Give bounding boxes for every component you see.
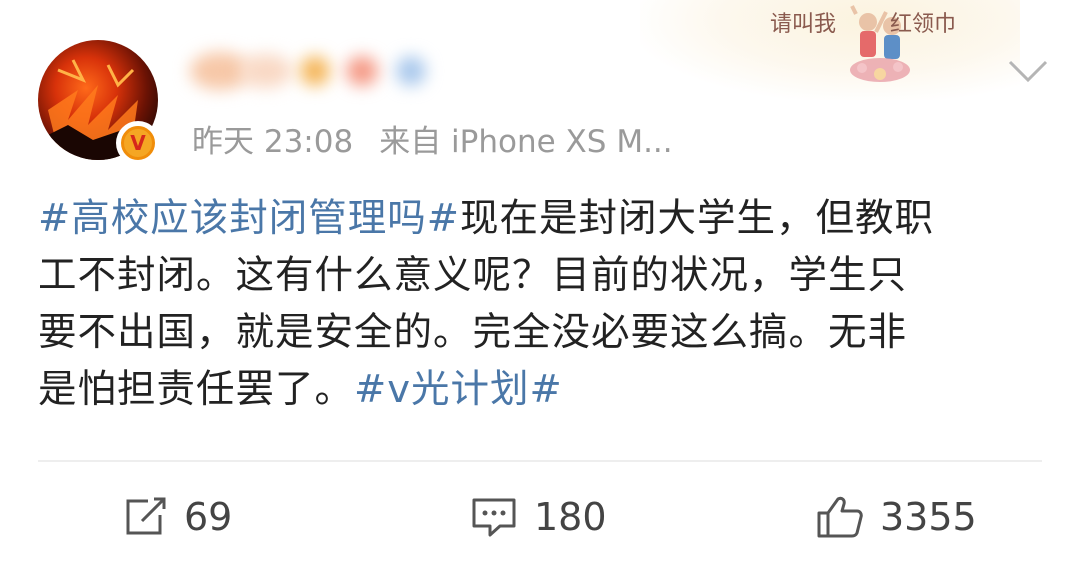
post-text: 工不封闭。这有什么意义呢？目前的状况，学生只 — [38, 253, 908, 298]
decorative-banner: 请叫我 红领巾 — [640, 0, 1020, 100]
username-blurred[interactable] — [190, 48, 450, 94]
repost-icon — [126, 497, 166, 535]
post-time: 昨天 23:08 — [192, 124, 354, 160]
comment-icon — [472, 498, 516, 537]
post-text: 是怕担责任罢了。 — [38, 367, 355, 412]
verified-v-badge-icon: V — [116, 121, 160, 165]
post-source: 来自 iPhone XS M... — [379, 124, 673, 160]
weibo-post-card: 请叫我 红领巾 V 昨天 23:08 来自 iPhone XS M... #高校… — [0, 0, 1071, 567]
hashtag-link[interactable]: #v光计划# — [354, 367, 563, 412]
hashtag-link[interactable]: #高校应该封闭管理吗# — [38, 196, 460, 241]
comment-button[interactable]: 180 — [470, 490, 607, 544]
repost-button[interactable]: 69 — [122, 490, 232, 544]
banner-text-left: 请叫我 — [770, 12, 837, 37]
like-count: 3355 — [880, 495, 977, 539]
repost-count: 69 — [184, 495, 233, 539]
post-text: 现在是封闭大学生，但教职 — [460, 196, 935, 241]
post-meta: 昨天 23:08 来自 iPhone XS M... — [192, 116, 673, 161]
chevron-down-icon[interactable] — [1006, 58, 1050, 86]
comment-count: 180 — [534, 495, 607, 539]
post-text: 要不出国，就是安全的。完全没必要这么搞。无非 — [38, 310, 908, 355]
like-button[interactable]: 3355 — [816, 490, 977, 544]
thumbs-up-icon — [817, 496, 863, 538]
divider — [38, 460, 1042, 462]
post-content: #高校应该封闭管理吗#现在是封闭大学生，但教职 工不封闭。这有什么意义呢？目前的… — [38, 190, 1038, 418]
banner-text-right: 红领巾 — [890, 12, 957, 37]
